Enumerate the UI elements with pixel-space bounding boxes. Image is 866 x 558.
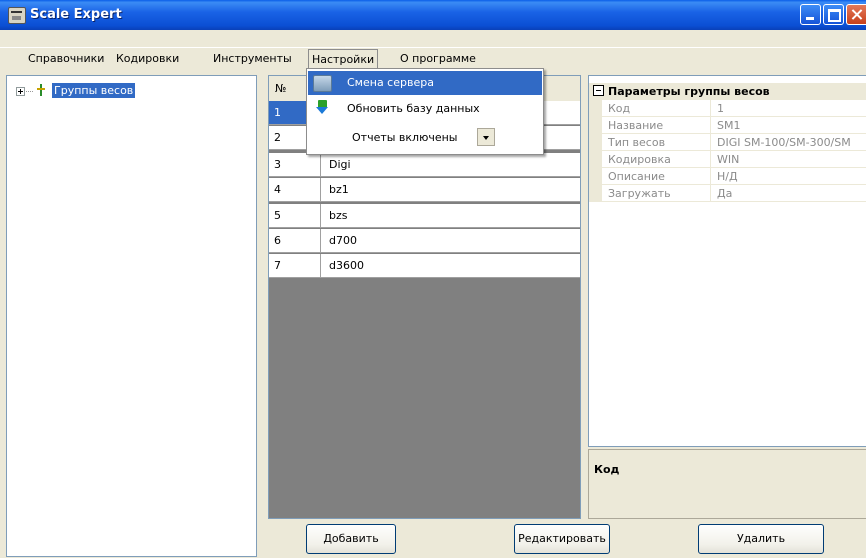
maximize-button[interactable]	[823, 4, 844, 25]
tree-item-scale-groups[interactable]: Группы весов	[52, 83, 136, 98]
tree-panel: Группы весов	[6, 75, 257, 557]
property-key: Тип весов	[608, 136, 666, 149]
row-number: 3	[269, 153, 321, 176]
download-icon	[316, 100, 328, 114]
dropdown-arrow-icon[interactable]	[477, 128, 495, 146]
minimize-button[interactable]	[800, 4, 821, 25]
menu-spravochniki[interactable]: Справочники	[28, 52, 104, 65]
add-button[interactable]: Добавить	[306, 524, 396, 554]
menu-kodirovki[interactable]: Кодировки	[116, 52, 179, 65]
property-description-panel: Код	[588, 449, 866, 519]
table-row[interactable]: 4 bz1	[269, 178, 580, 202]
property-row[interactable]: Загружать Да	[589, 185, 866, 202]
menu-bar: Справочники Кодировки Инструменты Настро…	[0, 46, 866, 69]
menu-instrumenty[interactable]: Инструменты	[213, 52, 292, 65]
property-row[interactable]: Название SM1	[589, 117, 866, 134]
property-key: Название	[608, 119, 664, 132]
property-row[interactable]: Кодировка WIN	[589, 151, 866, 168]
property-value: DIGI SM-100/SM-300/SM	[717, 136, 851, 149]
property-row[interactable]: Тип весов DIGI SM-100/SM-300/SM	[589, 134, 866, 151]
property-value: WIN	[717, 153, 740, 166]
property-row[interactable]: Код 1	[589, 100, 866, 117]
property-key: Код	[608, 102, 631, 115]
menu-item-reports-enabled[interactable]: Отчеты включены	[308, 126, 542, 150]
title-bar[interactable]: Scale Expert	[0, 0, 866, 30]
menu-item-change-server[interactable]: Смена сервера	[308, 71, 542, 95]
table-row[interactable]: 6 d700	[269, 229, 580, 253]
table-row[interactable]: 7 d3600	[269, 254, 580, 278]
settings-dropdown-menu: Смена сервера Обновить базу данных Отчет…	[306, 68, 544, 155]
property-value: SM1	[717, 119, 741, 132]
row-number: 6	[269, 229, 321, 252]
property-description-title: Код	[594, 463, 620, 476]
expand-icon[interactable]	[16, 87, 25, 96]
property-value: Да	[717, 187, 733, 200]
row-number: 5	[269, 204, 321, 227]
menu-item-label: Отчеты включены	[352, 131, 458, 144]
property-row[interactable]: Описание Н/Д	[589, 168, 866, 185]
menu-nastroyki[interactable]: Настройки	[308, 49, 379, 69]
menu-o-programme[interactable]: О программе	[400, 52, 476, 65]
menu-item-update-database[interactable]: Обновить базу данных	[308, 97, 542, 121]
row-name: Digi	[329, 158, 351, 171]
close-button[interactable]	[846, 4, 866, 25]
window-title: Scale Expert	[30, 7, 122, 22]
property-value: 1	[717, 102, 724, 115]
property-value: Н/Д	[717, 170, 738, 183]
row-name: d3600	[329, 259, 364, 272]
column-header-number[interactable]: №	[275, 82, 286, 95]
row-name: bzs	[329, 209, 348, 222]
property-grid: Параметры группы весов Код 1 Название SM1 …	[588, 75, 866, 447]
row-number: 7	[269, 254, 321, 277]
app-icon	[8, 7, 26, 24]
menu-item-label: Смена сервера	[347, 76, 434, 89]
table-row[interactable]: 5 bzs	[269, 204, 580, 228]
property-key: Кодировка	[608, 153, 671, 166]
menu-item-label: Обновить базу данных	[347, 102, 480, 115]
scale-group-icon	[35, 82, 47, 98]
app-window: Scale Expert Справочники Кодировки Инстр…	[0, 0, 866, 558]
row-number: 4	[269, 178, 321, 201]
tree-connector	[26, 91, 33, 92]
collapse-icon[interactable]	[593, 85, 604, 96]
delete-button[interactable]: Удалить	[698, 524, 824, 554]
property-key: Загружать	[608, 187, 671, 200]
row-name: bz1	[329, 183, 349, 196]
server-icon	[313, 75, 332, 92]
property-key: Описание	[608, 170, 665, 183]
edit-button[interactable]: Редактировать	[514, 524, 610, 554]
property-category-title: Параметры группы весов	[608, 85, 770, 98]
property-category[interactable]: Параметры группы весов	[589, 83, 866, 100]
row-name: d700	[329, 234, 357, 247]
table-row[interactable]: 3 Digi	[269, 153, 580, 177]
